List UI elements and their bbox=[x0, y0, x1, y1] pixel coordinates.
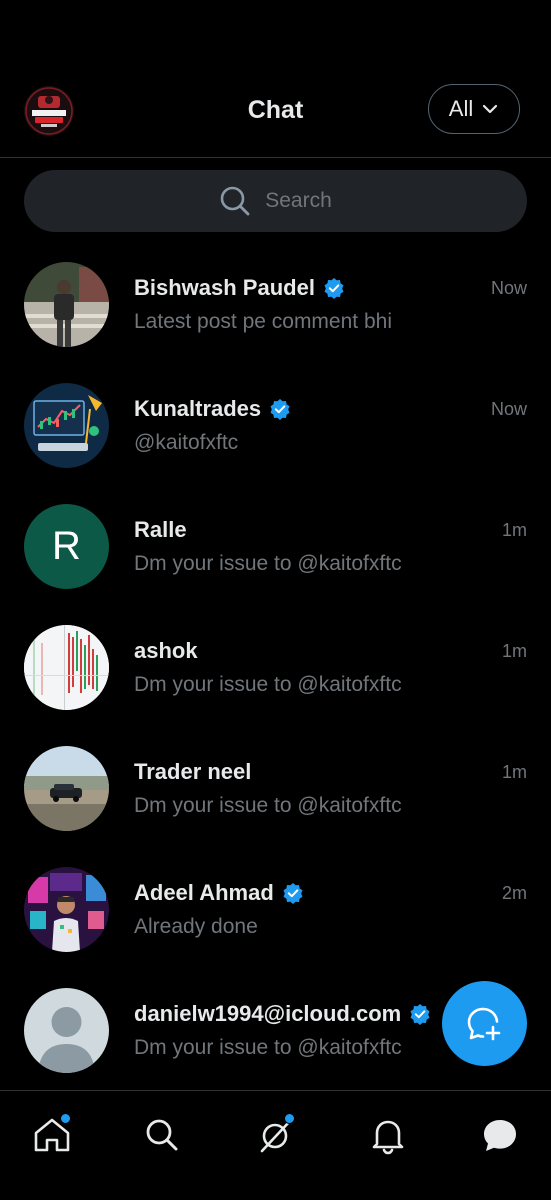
notification-dot bbox=[60, 1113, 71, 1124]
contact-name: Bishwash Paudel bbox=[134, 275, 315, 300]
search-input[interactable]: Search bbox=[24, 170, 527, 232]
search-placeholder: Search bbox=[265, 189, 332, 212]
avatar-photo bbox=[24, 383, 109, 468]
message-preview: Dm your issue to @kaitofxftc bbox=[134, 1036, 402, 1059]
bell-icon bbox=[372, 1120, 404, 1155]
nav-notifications[interactable] bbox=[366, 1113, 410, 1157]
chat-item-bishwash-paudel[interactable]: Bishwash Paudel Now Latest post pe comme… bbox=[0, 242, 551, 363]
filter-label: All bbox=[448, 96, 474, 121]
avatar[interactable] bbox=[24, 625, 109, 710]
chat-item-ralle[interactable]: R Ralle 1m Dm your issue to @kaitofxftc bbox=[0, 484, 551, 605]
filter-dropdown-button[interactable]: All bbox=[428, 84, 520, 134]
timestamp: Now bbox=[490, 399, 527, 419]
verified-badge-icon bbox=[410, 1004, 430, 1025]
avatar[interactable] bbox=[24, 262, 109, 347]
search-icon bbox=[146, 1119, 178, 1151]
contact-name: Ralle bbox=[134, 517, 187, 542]
nav-search[interactable] bbox=[140, 1113, 184, 1157]
avatar-photo bbox=[24, 867, 109, 952]
verified-badge-icon bbox=[270, 399, 290, 420]
chat-bubble-icon bbox=[484, 1120, 516, 1151]
avatar[interactable] bbox=[24, 383, 109, 468]
name-row: Kunaltrades bbox=[134, 396, 291, 422]
timestamp: 1m bbox=[501, 520, 527, 540]
nav-home[interactable] bbox=[30, 1113, 74, 1157]
message-preview: Dm your issue to @kaitofxftc bbox=[134, 552, 402, 575]
chevron-down-icon bbox=[483, 104, 498, 114]
search-icon bbox=[220, 186, 250, 216]
timestamp: 1m bbox=[501, 762, 527, 782]
header: Chat All bbox=[0, 60, 551, 158]
name-row: Ralle bbox=[134, 517, 187, 543]
name-row: Trader neel bbox=[134, 759, 251, 785]
bottom-navigation bbox=[0, 1090, 551, 1200]
chat-screen: Chat All Search Bishwash Paudel Now Late… bbox=[0, 0, 551, 1200]
avatar-photo bbox=[24, 262, 109, 347]
nav-chat[interactable] bbox=[478, 1113, 522, 1157]
chat-item-adeel-ahmad[interactable]: Adeel Ahmad 2m Already done bbox=[0, 847, 551, 968]
new-chat-icon bbox=[467, 1007, 500, 1040]
name-row: ashok bbox=[134, 638, 198, 664]
name-row: Adeel Ahmad bbox=[134, 880, 304, 906]
avatar-photo bbox=[24, 746, 109, 831]
message-preview: @kaitofxftc bbox=[134, 431, 239, 454]
avatar-photo bbox=[24, 625, 109, 710]
notification-dot bbox=[284, 1113, 295, 1124]
default-avatar-icon bbox=[24, 988, 109, 1073]
nav-grok[interactable] bbox=[254, 1113, 298, 1157]
chat-item-ashok[interactable]: ashok 1m Dm your issue to @kaitofxftc bbox=[0, 605, 551, 726]
contact-name: Adeel Ahmad bbox=[134, 880, 274, 905]
contact-name: danielw1994@icloud.com bbox=[134, 1001, 402, 1026]
chat-item-trader-neel[interactable]: Trader neel 1m Dm your issue to @kaitofx… bbox=[0, 726, 551, 847]
message-preview: Dm your issue to @kaitofxftc bbox=[134, 794, 402, 817]
message-preview: Dm your issue to @kaitofxftc bbox=[134, 673, 402, 696]
contact-name: Kunaltrades bbox=[134, 396, 262, 421]
avatar[interactable] bbox=[24, 746, 109, 831]
verified-badge-icon bbox=[283, 883, 303, 904]
avatar[interactable] bbox=[24, 988, 109, 1073]
new-chat-button[interactable] bbox=[442, 981, 527, 1066]
chat-list: Bishwash Paudel Now Latest post pe comme… bbox=[0, 242, 551, 1089]
message-preview: Latest post pe comment bhi bbox=[134, 310, 392, 333]
avatar-letter: R bbox=[52, 524, 81, 568]
verified-badge-icon bbox=[324, 278, 344, 299]
timestamp: Now bbox=[490, 278, 527, 298]
contact-name: ashok bbox=[134, 638, 198, 663]
chat-item-kunaltrades[interactable]: Kunaltrades Now @kaitofxftc bbox=[0, 363, 551, 484]
contact-name: Trader neel bbox=[134, 759, 252, 784]
timestamp: 1m bbox=[501, 641, 527, 661]
name-row: Bishwash Paudel bbox=[134, 275, 345, 301]
timestamp: 2m bbox=[501, 883, 527, 903]
avatar[interactable]: R bbox=[24, 504, 109, 589]
name-row: danielw1994@icloud.com bbox=[134, 1001, 431, 1027]
message-preview: Already done bbox=[134, 915, 258, 938]
avatar[interactable] bbox=[24, 867, 109, 952]
